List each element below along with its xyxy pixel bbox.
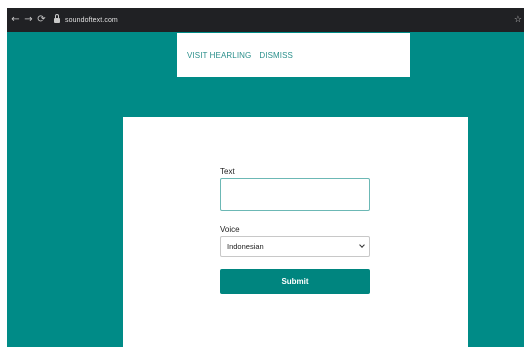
- reload-icon[interactable]: ⟳: [35, 8, 48, 32]
- lock-icon: [54, 13, 60, 24]
- arrow-left-icon[interactable]: ←: [9, 8, 22, 32]
- page: ← → ⟳ soundoftext.com ☆ VISIT HEARLING D…: [0, 0, 531, 351]
- voice-selected-value: Indonesian: [227, 242, 264, 251]
- form-card: Text Voice Indonesian Submit: [123, 117, 468, 347]
- url-text[interactable]: soundoftext.com: [65, 17, 118, 24]
- promo-banner: VISIT HEARLING DISMISS: [177, 33, 410, 77]
- voice-label: Voice: [220, 225, 240, 234]
- arrow-right-icon[interactable]: →: [22, 8, 35, 32]
- text-input[interactable]: [220, 178, 370, 211]
- chevron-down-icon: [359, 242, 365, 248]
- star-icon[interactable]: ☆: [514, 8, 522, 32]
- voice-select[interactable]: Indonesian: [220, 236, 370, 257]
- browser-toolbar: ← → ⟳ soundoftext.com ☆: [7, 8, 524, 32]
- visit-hearling-link[interactable]: VISIT HEARLING: [187, 51, 251, 60]
- text-label: Text: [220, 167, 235, 176]
- dismiss-link[interactable]: DISMISS: [259, 51, 293, 60]
- submit-button[interactable]: Submit: [220, 269, 370, 294]
- browser-window: ← → ⟳ soundoftext.com ☆ VISIT HEARLING D…: [7, 8, 524, 347]
- address-bar[interactable]: soundoftext.com: [54, 13, 118, 24]
